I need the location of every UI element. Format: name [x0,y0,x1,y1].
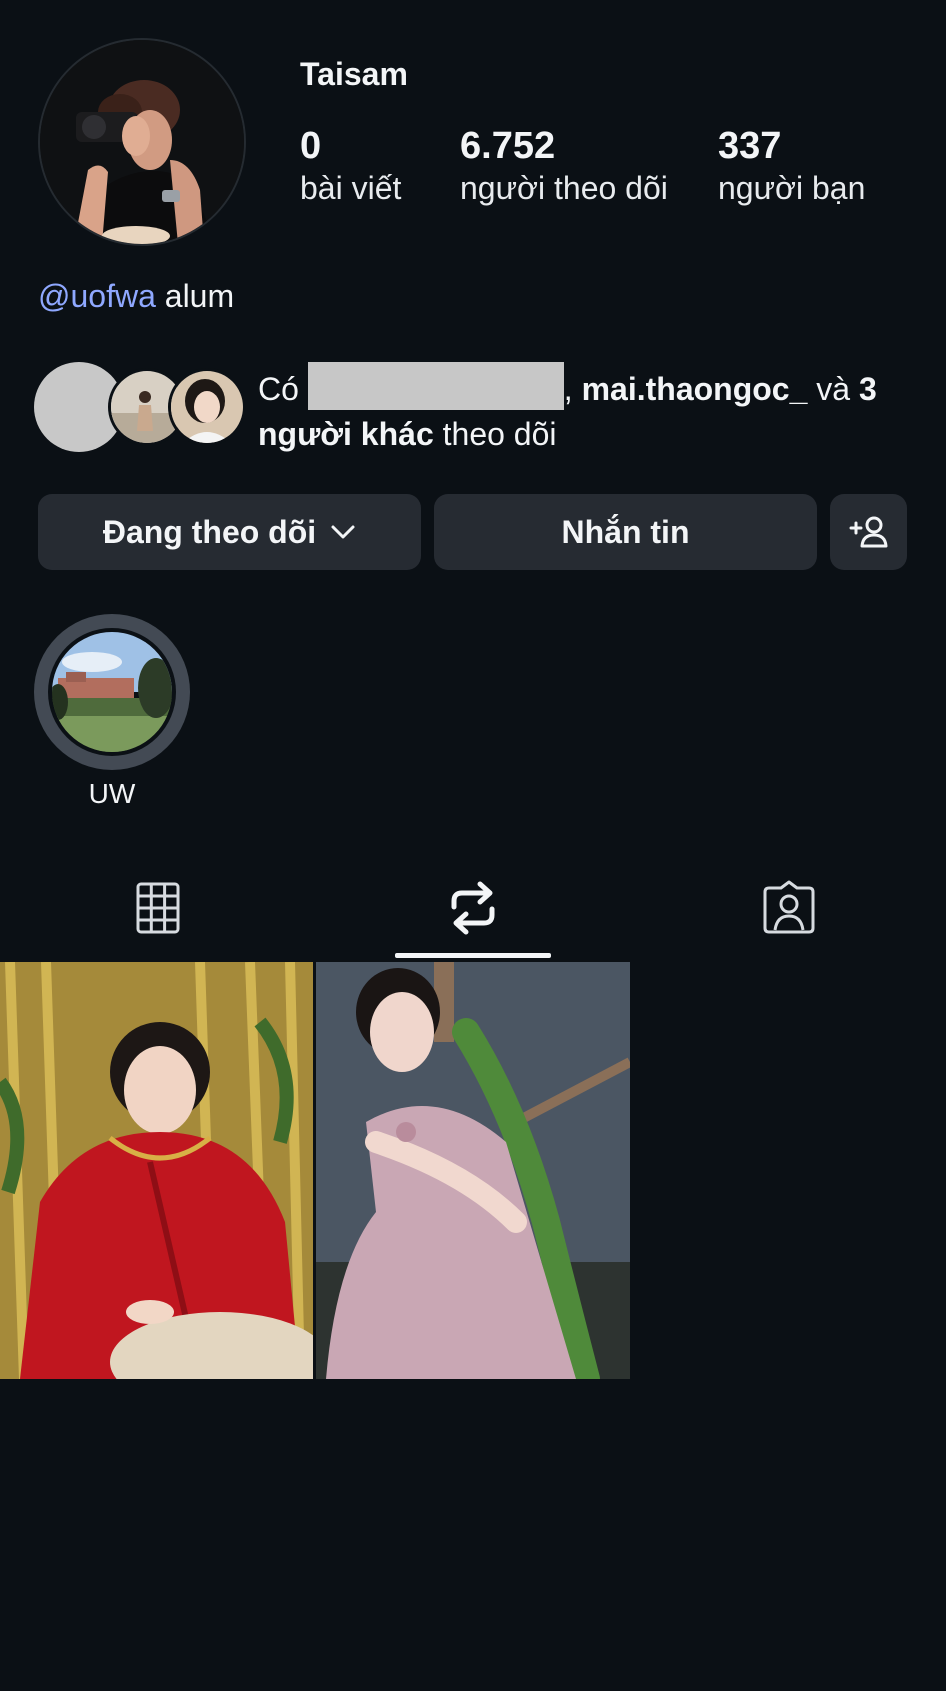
mutual-avatar-3 [168,368,246,446]
grid-post-1[interactable] [0,962,313,1379]
stat-followers[interactable]: 6.752 người theo dõi [460,124,668,208]
redacted-username [307,362,564,410]
mutual-suffix: theo dõi [433,416,557,452]
bio-text: alum [155,278,235,314]
stat-posts-label: bài viết [300,170,402,206]
grid-icon [136,882,179,934]
following-button-label: Đang theo dõi [102,513,317,550]
bio-mention-link[interactable]: @uofwa [38,278,156,314]
stat-friends-value: 337 [718,125,782,167]
stat-friends-label: người bạn [718,170,866,206]
following-button[interactable]: Đang theo dõi [38,494,421,570]
story-highlight-uw[interactable] [34,614,190,770]
grid-post-2[interactable] [316,962,630,1379]
tab-reposts[interactable] [315,862,631,954]
stat-followers-value: 6.752 [460,125,556,167]
repost-icon [451,881,495,935]
active-tab-indicator [395,953,551,958]
chevron-down-icon [331,525,355,539]
tab-tagged[interactable] [631,862,946,954]
mutual-followers-text[interactable]: Có , mai.thaongoc_ và 3 người khác theo … [258,362,908,457]
message-button-label: Nhắn tin [561,513,690,550]
stat-posts-value: 0 [300,125,322,167]
add-friend-button[interactable] [830,494,907,570]
add-person-icon [849,516,887,548]
message-button[interactable]: Nhắn tin [434,494,817,570]
mutual-name: mai.thaongoc_ [581,371,808,407]
stat-followers-label: người theo dõi [460,170,668,206]
tagged-person-icon [763,880,814,934]
mutual-prefix: Có [258,371,308,407]
stat-posts[interactable]: 0 bài viết [300,124,401,208]
mutual-and: và [807,371,859,407]
mutual-followers-avatars[interactable] [34,362,246,452]
stat-friends[interactable]: 337 người bạn [718,124,865,208]
profile-bio: @uofwa alum [38,278,234,315]
highlight-cover-image [52,632,172,752]
profile-username: Taisam [300,56,408,92]
mutual-comma: , [563,371,582,407]
highlight-label: UW [88,778,136,809]
tab-posts[interactable] [0,862,315,954]
profile-avatar[interactable] [38,38,246,246]
